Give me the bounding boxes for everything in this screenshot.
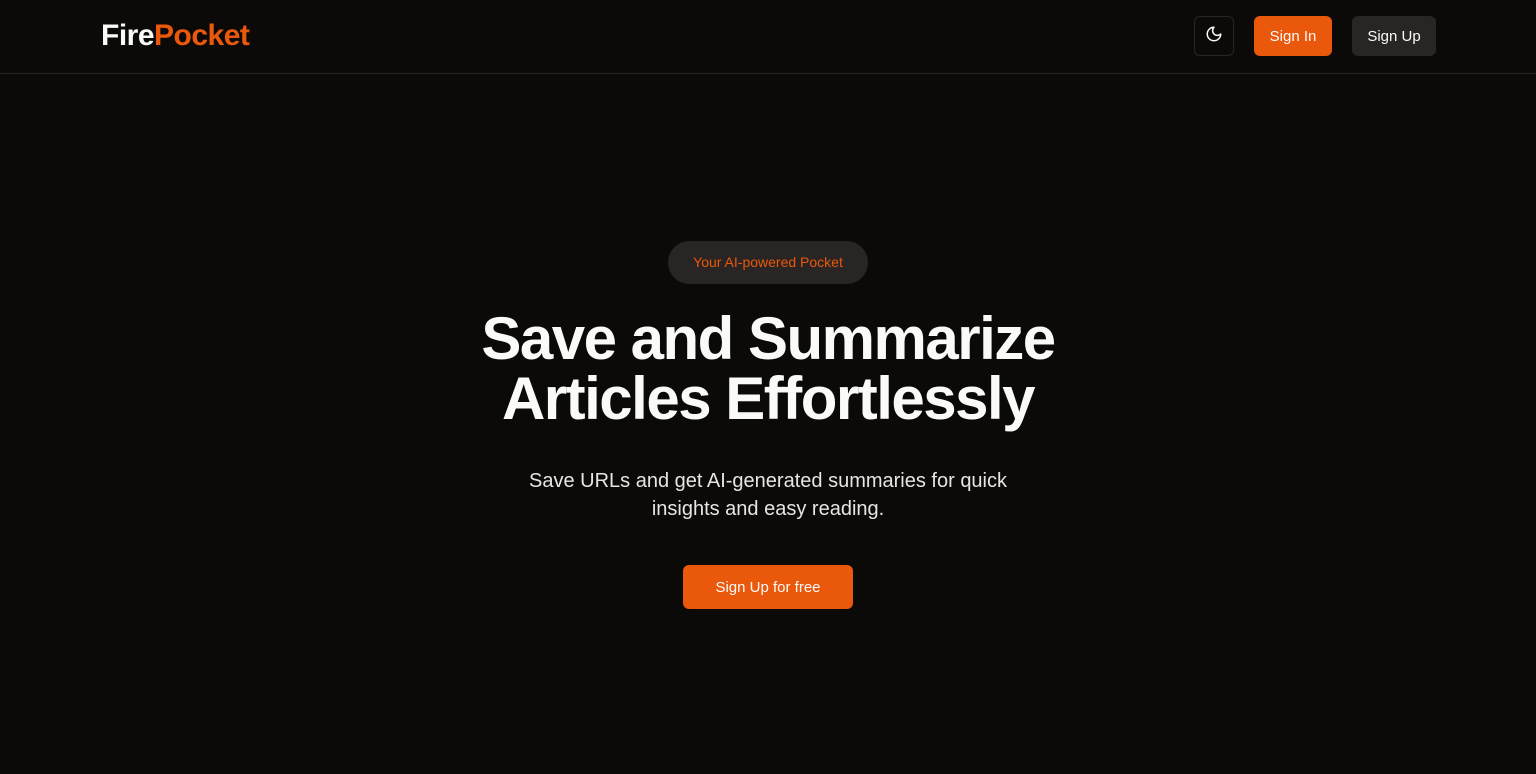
headline-line-2: Articles Effortlessly	[501, 365, 1036, 432]
brand-name-fire: Fire	[101, 19, 155, 52]
hero-headline: Save and Summarize Articles Effortlessly	[418, 309, 1118, 429]
hero-subtext: Save URLs and get AI-generated summaries…	[528, 470, 1008, 520]
theme-toggle-button[interactable]	[1194, 16, 1234, 56]
headline-line-1: Save and Summarize	[481, 305, 1056, 372]
brand-logo[interactable]: FirePocket	[101, 18, 250, 54]
sign-up-free-button[interactable]: Sign Up for free	[683, 565, 853, 609]
moon-icon	[1205, 25, 1223, 48]
navbar: FirePocket Sign In Sign Up	[0, 0, 1536, 74]
sign-up-button[interactable]: Sign Up	[1352, 16, 1436, 56]
hero-badge: Your AI-powered Pocket	[668, 241, 868, 284]
hero-section: Your AI-powered Pocket Save and Summariz…	[0, 241, 1536, 609]
sign-in-button[interactable]: Sign In	[1254, 16, 1332, 56]
brand-name-pocket: Pocket	[154, 19, 250, 52]
